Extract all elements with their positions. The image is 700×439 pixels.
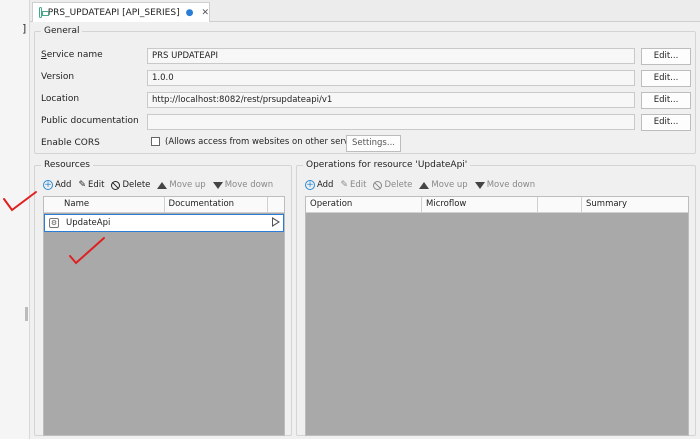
resources-grid-header: Name Documentation <box>44 197 284 213</box>
service-name-field[interactable]: PRS UPDATEAPI <box>147 48 635 64</box>
gutter-marker <box>25 307 28 321</box>
resources-add-button[interactable]: + Add <box>43 180 71 190</box>
table-row[interactable]: ⚙ UpdateApi <box>44 214 284 232</box>
cors-settings-button[interactable]: Settings... <box>346 135 401 152</box>
resources-move-up-label: Move up <box>169 180 206 190</box>
enable-cors-checkbox[interactable] <box>151 137 160 146</box>
operations-move-up-button[interactable]: Move up <box>419 180 468 190</box>
public-documentation-field[interactable] <box>147 114 635 130</box>
operations-add-button[interactable]: + Add <box>305 180 333 190</box>
enable-cors-description: (Allows access from websites on other se… <box>165 137 366 147</box>
service-name-edit-button[interactable]: Edit... <box>641 48 691 65</box>
resources-move-down-label: Move down <box>224 180 274 190</box>
operations-edit-button[interactable]: ✎ Edit <box>340 180 366 190</box>
resources-toolbar: + Add ✎ Edit Delete Move up Move down <box>43 178 273 192</box>
public-documentation-edit-button[interactable]: Edit... <box>641 114 691 131</box>
operations-grid-header: Operation Microflow Summary <box>306 197 688 213</box>
operations-move-up-label: Move up <box>431 180 468 190</box>
general-group: General Service name PRS UPDATEAPI Edit.… <box>34 26 696 154</box>
resources-group: Resources + Add ✎ Edit Delete Move up Move… <box>34 160 292 436</box>
operations-grid[interactable]: Operation Microflow Summary <box>305 196 689 436</box>
move-up-icon <box>157 181 168 189</box>
resource-icon: ⚙ <box>49 218 59 228</box>
resources-add-label: Add <box>55 180 72 190</box>
resources-grid[interactable]: Name Documentation ⚙ UpdateApi <box>43 196 285 436</box>
add-icon: + <box>43 180 53 190</box>
delete-icon <box>373 180 383 190</box>
resources-move-up-button[interactable]: Move up <box>157 180 206 190</box>
location-label: Location <box>41 94 80 104</box>
column-header-spacer <box>268 197 284 212</box>
tab-prs-updateapi[interactable]: PRS_UPDATEAPI [API_SERIES] ● ✕ <box>32 2 210 22</box>
resources-edit-button[interactable]: ✎ Edit <box>78 180 104 190</box>
play-icon[interactable] <box>272 217 280 227</box>
operations-delete-button[interactable]: Delete <box>373 180 412 190</box>
operations-add-label: Add <box>317 180 334 190</box>
service-name-label-text: ervice name <box>46 50 103 60</box>
column-header-name[interactable]: Name <box>44 197 165 212</box>
enable-cors-label: Enable CORS <box>41 138 100 148</box>
version-edit-button[interactable]: Edit... <box>641 70 691 87</box>
resources-delete-label: Delete <box>122 180 151 190</box>
annotation-checkmark-icon <box>69 237 105 265</box>
column-header-blank[interactable] <box>538 197 582 212</box>
move-down-icon <box>212 181 223 189</box>
version-label: Version <box>41 72 75 82</box>
operations-move-down-button[interactable]: Move down <box>474 180 536 190</box>
column-header-summary[interactable]: Summary <box>582 197 688 212</box>
column-header-operation[interactable]: Operation <box>306 197 422 212</box>
operations-group: Operations for resource 'UpdateApi' + Add… <box>296 160 696 436</box>
column-header-microflow[interactable]: Microflow <box>422 197 538 212</box>
annotation-checkmark-icon <box>3 191 37 212</box>
pencil-icon: ✎ <box>78 180 87 190</box>
operations-edit-label: Edit <box>350 180 367 190</box>
resources-move-down-button[interactable]: Move down <box>212 180 274 190</box>
location-field[interactable]: http://localhost:8082/rest/prsupdateapi/… <box>147 92 635 108</box>
add-icon: + <box>305 180 315 190</box>
version-field[interactable]: 1.0.0 <box>147 70 635 86</box>
move-up-icon <box>419 181 430 189</box>
editor-tab-bar: PRS_UPDATEAPI [API_SERIES] ● ✕ <box>30 0 700 22</box>
left-gutter: ] <box>0 0 30 439</box>
public-documentation-label: Public documentation <box>41 116 139 126</box>
resources-legend: Resources <box>44 160 90 170</box>
resources-edit-label: Edit <box>88 180 105 190</box>
move-down-icon <box>474 181 485 189</box>
published-rest-service-icon <box>39 7 49 18</box>
location-edit-button[interactable]: Edit... <box>641 92 691 109</box>
operations-move-down-label: Move down <box>486 180 536 190</box>
column-header-documentation[interactable]: Documentation <box>165 197 269 212</box>
pencil-icon: ✎ <box>340 180 349 190</box>
operations-delete-label: Delete <box>384 180 413 190</box>
operations-toolbar: + Add ✎ Edit Delete Move up Move down <box>305 178 535 192</box>
close-tab-icon[interactable]: ✕ <box>201 8 209 18</box>
operations-legend: Operations for resource 'UpdateApi' <box>306 160 468 170</box>
resources-delete-button[interactable]: Delete <box>111 180 150 190</box>
general-legend: General <box>44 26 80 36</box>
unsaved-indicator: ● <box>185 7 194 18</box>
delete-icon <box>111 180 121 190</box>
service-name-label: Service name <box>41 50 103 60</box>
resource-name: UpdateApi <box>66 218 111 228</box>
tab-title: PRS_UPDATEAPI [API_SERIES] <box>47 7 180 18</box>
gutter-brace: ] <box>22 22 27 35</box>
editor-content: General Service name PRS UPDATEAPI Edit.… <box>30 22 700 439</box>
